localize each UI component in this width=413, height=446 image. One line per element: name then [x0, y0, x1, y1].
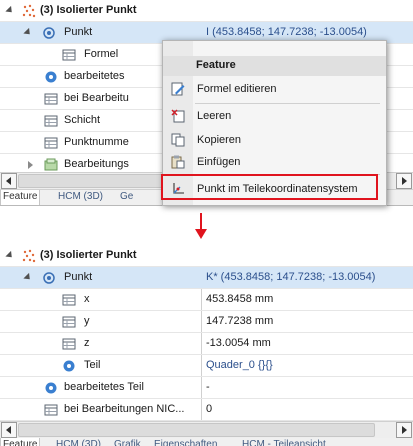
- row-value[interactable]: 0: [206, 403, 212, 415]
- tab-eigenschaften[interactable]: Eigenschaften: [152, 438, 219, 446]
- process-step-icon: [44, 158, 58, 172]
- row-label: bei Bearbeitu: [64, 92, 129, 104]
- collapse-arrow-icon[interactable]: [23, 27, 33, 38]
- row-label: y: [84, 315, 90, 327]
- tree-row-bei-bearbeitungen[interactable]: bei Bearbeitungen NIC... 0: [0, 399, 413, 421]
- menu-header-label: Feature: [196, 59, 236, 71]
- tree-row-punkt[interactable]: Punkt K* (453.8458; 147.7238; -13.0054): [0, 267, 413, 289]
- tree-row-z[interactable]: z -13.0054 mm: [0, 333, 413, 355]
- row-value[interactable]: Quader_0 {}{}: [206, 359, 273, 371]
- row-label: bearbeitetes Teil: [64, 381, 144, 393]
- panel-tabs: Feature HCM (3D) Grafik Eigenschaften HC…: [0, 438, 413, 446]
- tree-row-bearbeitetes-teil[interactable]: bearbeitetes Teil -: [0, 377, 413, 399]
- collapse-arrow-icon[interactable]: [5, 250, 15, 261]
- tree-row-y[interactable]: y 147.7238 mm: [0, 311, 413, 333]
- table-icon: [44, 114, 58, 128]
- row-value[interactable]: 147.7238 mm: [206, 315, 273, 327]
- tree-row-isolated-point[interactable]: (3) Isolierter Punkt: [0, 245, 413, 267]
- copy-icon: [171, 133, 185, 147]
- row-label: Bearbeitungs: [64, 158, 129, 170]
- table-icon: [44, 403, 58, 417]
- tab-feature[interactable]: Feature: [0, 438, 41, 446]
- row-value[interactable]: -: [206, 381, 210, 393]
- menu-item-kopieren[interactable]: Kopieren: [163, 130, 386, 151]
- row-value[interactable]: K* (453.8458; 147.7238; -13.0054): [206, 271, 375, 283]
- gear-icon: [44, 381, 58, 395]
- row-value[interactable]: I (453.8458; 147.7238; -13.0054): [206, 26, 367, 38]
- row-label: z: [84, 337, 90, 349]
- table-icon: [62, 293, 76, 307]
- highlight-box: [161, 174, 378, 200]
- tab-feature[interactable]: Feature: [0, 190, 41, 205]
- scroll-thumb[interactable]: [18, 423, 375, 437]
- table-icon: [62, 315, 76, 329]
- collapse-arrow-icon[interactable]: [23, 272, 33, 283]
- menu-item-label: Formel editieren: [197, 83, 277, 95]
- row-label: bei Bearbeitungen NIC...: [64, 403, 185, 415]
- tab-hcm-teileansicht[interactable]: HCM - Teileansicht: [240, 438, 328, 446]
- tree-row-x[interactable]: x 453.8458 mm: [0, 289, 413, 311]
- menu-separator: [195, 103, 380, 104]
- menu-item-label: Einfügen: [197, 156, 241, 168]
- row-label: Formel: [84, 48, 119, 60]
- arrow-down-icon: [195, 229, 207, 239]
- menu-header: Feature: [163, 56, 386, 76]
- tree-row-isolated-point[interactable]: (3) Isolierter Punkt: [0, 0, 413, 22]
- row-label: x: [84, 293, 90, 305]
- table-icon: [62, 48, 76, 62]
- table-icon: [44, 136, 58, 150]
- tab-hcm-3d[interactable]: HCM (3D): [56, 190, 105, 205]
- point-target-icon: [42, 271, 56, 285]
- property-panel-after: (3) Isolierter Punkt Punkt K* (453.8458;…: [0, 245, 413, 446]
- edit-formula-icon: [171, 82, 185, 96]
- gear-icon: [62, 359, 76, 373]
- row-label: Punkt: [64, 271, 93, 283]
- scroll-left-button[interactable]: [1, 422, 17, 438]
- row-label: bearbeitetes: [64, 70, 125, 82]
- menu-item-leeren[interactable]: Leeren: [163, 106, 386, 127]
- row-label: Schicht: [64, 114, 101, 126]
- tab-grafik[interactable]: Grafik: [112, 438, 143, 446]
- menu-item-formel-editieren[interactable]: Formel editieren: [163, 79, 386, 100]
- point-cloud-icon: [22, 4, 36, 18]
- point-cloud-icon: [22, 249, 36, 263]
- table-icon: [62, 337, 76, 351]
- tree-row-teil[interactable]: Teil Quader_0 {}{}: [0, 355, 413, 377]
- menu-item-label: Kopieren: [197, 134, 242, 146]
- scroll-right-button[interactable]: [396, 173, 412, 189]
- tab-ge[interactable]: Ge: [118, 190, 135, 205]
- menu-item-einfuegen[interactable]: Einfügen: [163, 152, 386, 173]
- row-label: (3) Isolierter Punkt: [40, 249, 137, 261]
- collapse-arrow-icon[interactable]: [5, 5, 15, 16]
- row-label: Punktnumme: [64, 136, 129, 148]
- clear-icon: [171, 109, 185, 123]
- tab-hcm-3d[interactable]: HCM (3D): [54, 438, 103, 446]
- horizontal-scrollbar[interactable]: [0, 421, 413, 439]
- scroll-right-button[interactable]: [396, 422, 412, 438]
- row-label: Punkt: [64, 26, 93, 38]
- expand-arrow-icon[interactable]: [28, 161, 33, 169]
- row-value[interactable]: -13.0054 mm: [206, 337, 271, 349]
- row-label: Teil: [84, 359, 101, 371]
- menu-item-label: Leeren: [197, 110, 232, 122]
- scroll-left-button[interactable]: [1, 173, 17, 189]
- paste-icon: [171, 155, 185, 169]
- row-label: (3) Isolierter Punkt: [40, 4, 137, 16]
- table-icon: [44, 92, 58, 106]
- point-target-icon: [42, 26, 56, 40]
- row-value[interactable]: 453.8458 mm: [206, 293, 273, 305]
- gear-icon: [44, 70, 58, 84]
